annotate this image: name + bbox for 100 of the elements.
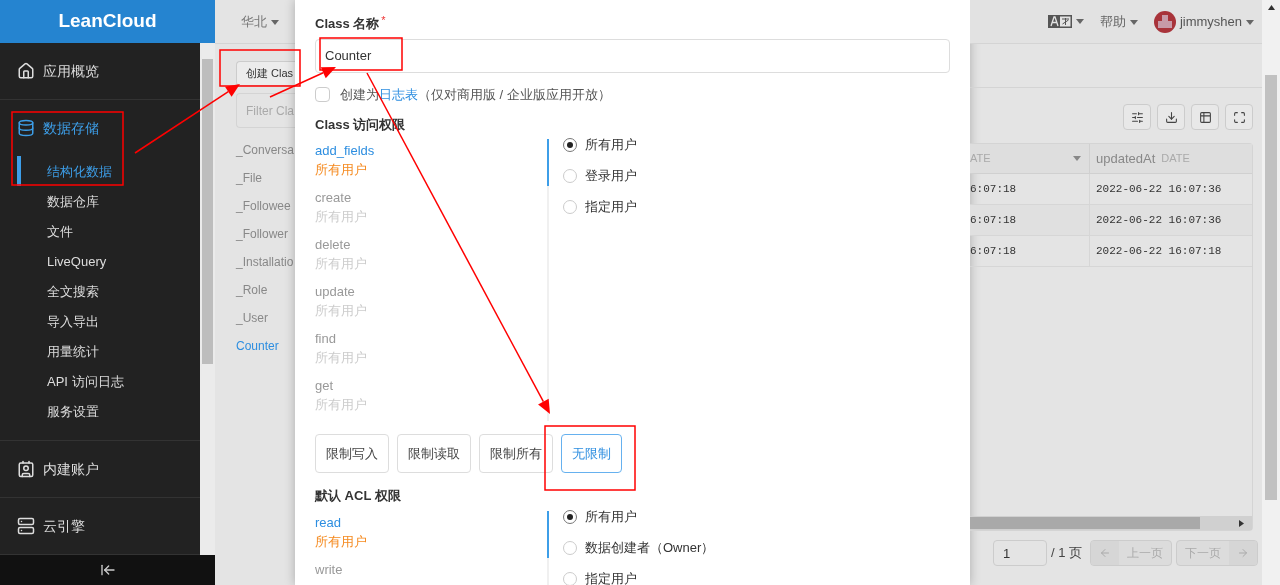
permission-name: write: [315, 560, 343, 579]
arrow-right-icon: [1237, 547, 1250, 559]
translate-icon: [1047, 15, 1072, 28]
radio-button[interactable]: [563, 169, 577, 183]
user-menu[interactable]: jimmyshen: [1179, 11, 1254, 32]
sidebar-section[interactable]: 云引擎: [0, 512, 200, 541]
permission-item[interactable]: read 所有用户: [315, 510, 549, 558]
table-cell-text: 6:07:18: [970, 243, 1017, 259]
columns-button[interactable]: [1191, 104, 1219, 130]
log-table-link[interactable]: 日志表: [379, 84, 418, 105]
sidebar-section[interactable]: 数据存储: [0, 114, 200, 143]
class-item[interactable]: _Followee: [236, 192, 295, 220]
permission-item[interactable]: add_fields 所有用户: [315, 139, 549, 186]
sidebar-section[interactable]: 应用概览: [0, 57, 200, 86]
permission-name: delete: [315, 236, 351, 254]
permission-name: create: [315, 189, 352, 207]
radio-button[interactable]: [563, 138, 577, 152]
table-cell-text: 2022-06-22 16:07:36: [1096, 181, 1222, 197]
table-icon: [1198, 110, 1212, 124]
radio-button[interactable]: [563, 509, 577, 524]
language-button[interactable]: [1047, 15, 1084, 28]
radio-button[interactable]: [563, 540, 577, 555]
home-icon: [17, 62, 35, 81]
download-icon: [1164, 110, 1178, 124]
sidebar-item[interactable]: 数据仓库: [17, 186, 200, 217]
sidebar-item[interactable]: 全文搜索: [17, 276, 200, 307]
annotation-arrow: [269, 67, 336, 98]
permission-value: 所有用户: [315, 532, 367, 551]
radio-label: 数据创建者（Owner）: [585, 538, 715, 557]
sidebar-item[interactable]: API 访问日志: [17, 366, 200, 397]
sidebar-item[interactable]: 导入导出: [17, 306, 200, 337]
filter-settings-button[interactable]: [1123, 104, 1151, 130]
database-icon: [17, 119, 35, 138]
class-item[interactable]: _Conversa: [236, 136, 295, 164]
caret-icon: [271, 19, 279, 25]
class-item[interactable]: Counter: [236, 332, 295, 360]
sidebar-item[interactable]: LiveQuery: [17, 246, 200, 277]
permission-name: find: [315, 330, 336, 348]
filter-field[interactable]: Filter Cla: [236, 93, 295, 128]
page-field[interactable]: 1: [993, 540, 1047, 566]
class-item[interactable]: _Follower: [236, 220, 295, 248]
preset-button[interactable]: 无限制: [561, 434, 622, 473]
sidebar-item[interactable]: 服务设置: [17, 396, 200, 427]
caret-icon: [1246, 19, 1254, 25]
class-item[interactable]: _User: [236, 304, 295, 332]
radio-label: 所有用户: [585, 507, 637, 526]
scroll-up-icon[interactable]: [1267, 5, 1275, 10]
contact-card-icon: [17, 460, 35, 479]
permission-name: get: [315, 377, 334, 395]
required-mark: *: [381, 14, 386, 26]
class-item[interactable]: _Role: [236, 276, 295, 304]
class-item[interactable]: _File: [236, 164, 295, 192]
class-name-field[interactable]: Counter: [315, 38, 950, 73]
table-cell-text: 2022-06-22 16:07:18: [1096, 243, 1222, 259]
checkbox-label: 创建为: [340, 85, 379, 104]
avatar-icon[interactable]: [1153, 10, 1176, 33]
class-item[interactable]: _Installatio: [236, 248, 295, 276]
arrow-left-icon: [1099, 547, 1112, 559]
caret-icon: [1075, 19, 1084, 24]
scroll-right-icon[interactable]: [1239, 519, 1244, 527]
fullscreen-icon: [1232, 110, 1246, 124]
preset-button[interactable]: 限制写入: [315, 434, 389, 473]
sidebar-item[interactable]: 用量统计: [17, 336, 200, 367]
fullscreen-button[interactable]: [1225, 104, 1253, 130]
logo[interactable]: LeanCloud: [0, 0, 215, 44]
sliders-icon: [1130, 110, 1144, 124]
page-count: / 1 页: [1051, 544, 1083, 563]
table-cell-text: 6:07:18: [970, 212, 1017, 228]
preset-button[interactable]: 限制读取: [397, 434, 471, 473]
radio-label: 所有用户: [585, 136, 637, 155]
field-label: Class 名称: [315, 15, 380, 33]
permission-name: update: [315, 283, 355, 301]
help-menu[interactable]: 帮助: [1099, 11, 1138, 32]
sidebar-section[interactable]: 内建账户: [0, 455, 200, 484]
region-selector[interactable]: 华北: [241, 11, 279, 32]
table-cell-text: 6:07:18: [970, 181, 1017, 197]
caret-icon: [1073, 156, 1081, 161]
scrollbar[interactable]: [200, 43, 215, 556]
caret-icon: [1129, 19, 1138, 25]
create-class-button[interactable]: 创建 Clas: [236, 61, 295, 86]
permission-name: read: [315, 513, 342, 532]
page-scrollbar[interactable]: [1262, 0, 1280, 585]
import-button[interactable]: [1157, 104, 1185, 130]
radio-label: 指定用户: [585, 198, 637, 217]
horizontal-scrollbar[interactable]: [970, 516, 1252, 530]
table-cell-text: 2022-06-22 16:07:36: [1096, 212, 1222, 228]
column-header: updatedAt: [1096, 149, 1156, 168]
preset-button[interactable]: 限制所有: [479, 434, 553, 473]
checkbox-note: （仅对商用版 / 企业版应用开放）: [418, 85, 611, 104]
permission-value: 所有用户: [315, 161, 367, 179]
radio-button[interactable]: [563, 571, 577, 585]
radio-label: 登录用户: [585, 167, 637, 186]
server-icon: [17, 517, 35, 536]
permission-name: add_fields: [315, 142, 375, 160]
permission-item[interactable]: write: [315, 557, 549, 585]
sidebar-item[interactable]: 文件: [17, 216, 200, 247]
radio-button[interactable]: [563, 200, 577, 214]
section-title: 默认 ACL 权限: [315, 487, 401, 505]
checkbox[interactable]: [315, 87, 330, 102]
radio-label: 指定用户: [585, 569, 637, 585]
